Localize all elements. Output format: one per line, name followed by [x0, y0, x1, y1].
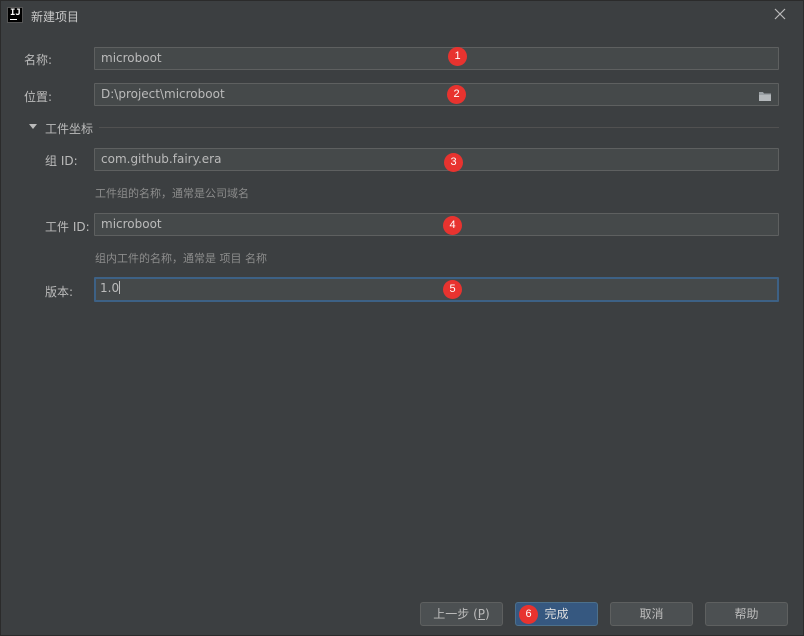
new-project-dialog: IJ 新建项目 名称: microboot 位置: D:\project\mic…	[0, 0, 804, 636]
help-label: 帮助	[734, 607, 759, 621]
version-label: 版本:	[45, 285, 74, 299]
location-field[interactable]: D:\project\microboot	[94, 83, 779, 106]
section-divider	[99, 127, 779, 128]
dialog-title: 新建项目	[31, 10, 80, 24]
artifact-id-label: 工件 ID:	[45, 220, 90, 234]
previous-suffix: )	[485, 607, 490, 621]
close-icon[interactable]	[773, 7, 787, 21]
text-caret	[119, 281, 121, 294]
annotation-badge-5: 5	[443, 280, 462, 299]
location-label: 位置:	[24, 90, 53, 104]
section-label: 工件坐标	[45, 122, 94, 136]
annotation-badge-1: 1	[448, 47, 467, 66]
annotation-badge-4: 4	[443, 216, 462, 235]
intellij-app-icon: IJ	[7, 7, 23, 23]
group-id-label: 组 ID:	[45, 154, 78, 168]
version-field[interactable]: 1.0	[94, 277, 779, 302]
annotation-badge-3: 3	[444, 153, 463, 172]
artifact-id-value: microboot	[101, 217, 162, 231]
title-bar: IJ 新建项目	[1, 1, 803, 31]
help-button[interactable]: 帮助	[705, 602, 788, 626]
browse-folder-icon[interactable]	[758, 88, 772, 101]
location-value: D:\project\microboot	[101, 87, 225, 101]
app-icon-text: IJ	[10, 8, 21, 18]
group-id-value: com.github.fairy.era	[101, 152, 222, 166]
previous-label: 上一步 (	[433, 607, 478, 621]
artifact-id-field[interactable]: microboot	[94, 213, 779, 236]
chevron-down-icon[interactable]	[29, 124, 37, 130]
cancel-button[interactable]: 取消	[610, 602, 693, 626]
annotation-badge-2: 2	[447, 85, 466, 104]
annotation-badge-6: 6	[519, 605, 538, 624]
group-id-field[interactable]: com.github.fairy.era	[94, 148, 779, 171]
name-value: microboot	[101, 51, 162, 65]
cancel-label: 取消	[639, 607, 664, 621]
artifact-id-hint: 组内工件的名称，通常是 项目 名称	[95, 252, 267, 265]
finish-label: 完成	[544, 607, 569, 621]
previous-button[interactable]: 上一步 (P)	[420, 602, 503, 626]
previous-mnemonic: P	[477, 607, 486, 621]
group-id-hint: 工件组的名称，通常是公司域名	[95, 187, 249, 200]
version-value: 1.0	[100, 281, 120, 295]
name-label: 名称:	[24, 53, 53, 67]
name-field[interactable]: microboot	[94, 47, 779, 70]
